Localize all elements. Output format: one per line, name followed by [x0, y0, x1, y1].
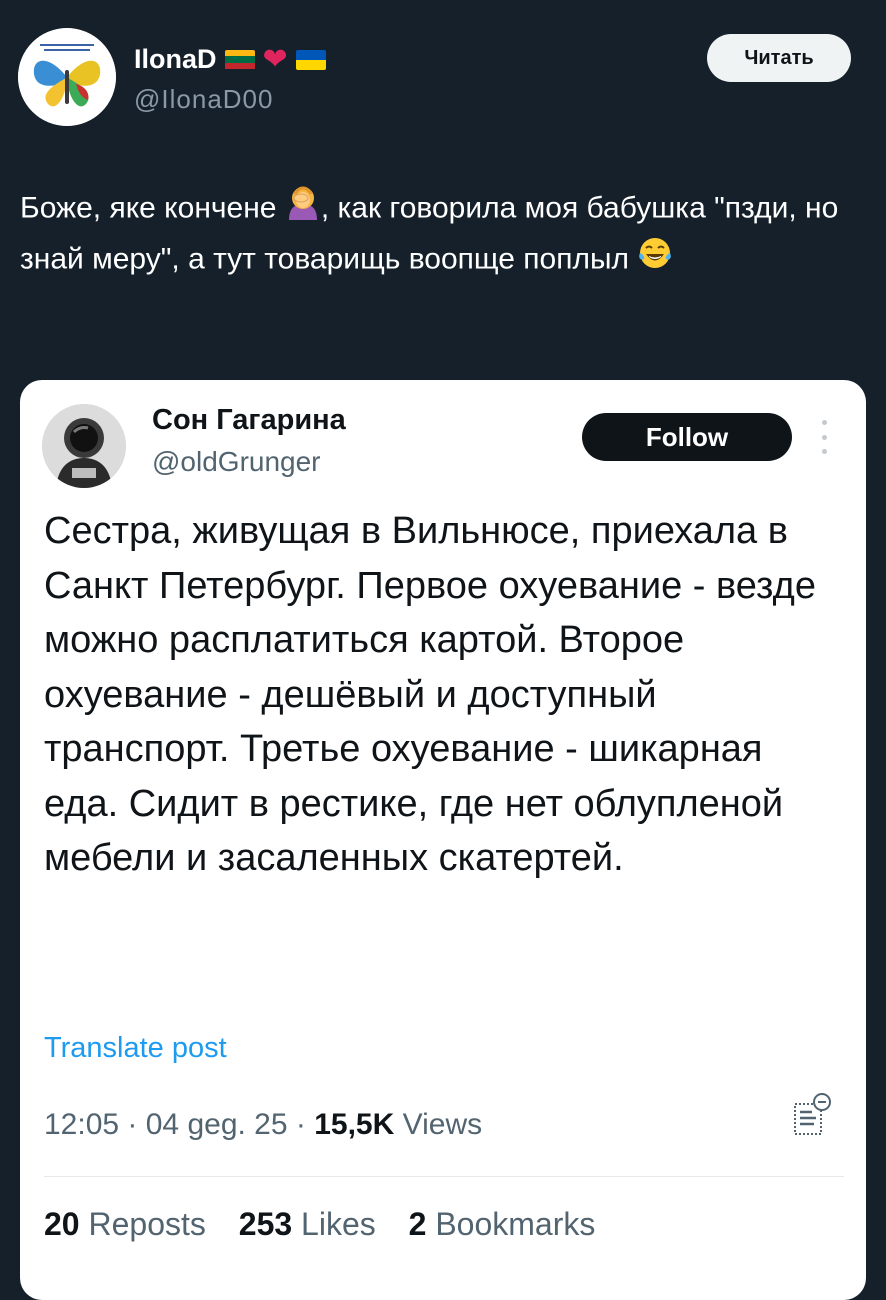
- quoted-author-name[interactable]: Сон Гагарина: [152, 404, 346, 437]
- tears-of-joy-emoji-icon: [637, 235, 673, 286]
- post-text: Боже, яке кончене , как говорила моя баб…: [20, 184, 860, 286]
- lithuania-flag-icon: [224, 49, 255, 70]
- ukraine-flag-icon: [295, 49, 326, 70]
- quoted-tweet-text: Сестра, живущая в Вильнюсе, приехала в С…: [44, 510, 816, 879]
- translate-post-link[interactable]: Translate post: [44, 1032, 227, 1065]
- more-options-icon[interactable]: [820, 420, 828, 454]
- bookmarks-label: Bookmarks: [435, 1206, 596, 1242]
- quoted-author-handle[interactable]: @oldGrunger: [152, 446, 321, 478]
- analytics-icon[interactable]: [792, 1092, 832, 1138]
- tweet-time[interactable]: 12:05: [44, 1108, 119, 1141]
- meta-separator: ·: [127, 1108, 146, 1141]
- post-author-handle[interactable]: @IlonaD00: [134, 84, 273, 115]
- author-name-text: IlonaD: [134, 44, 217, 74]
- red-heart-icon: ❤: [262, 42, 288, 76]
- tweet-meta: 12:05 · 04 geg. 25 · 15,5K Views: [44, 1108, 482, 1142]
- meta-separator: ·: [295, 1108, 315, 1141]
- post-text-part-1: Боже, яке кончене: [20, 191, 285, 225]
- quoted-tweet-card[interactable]: Сон Гагарина @oldGrunger Follow Сестра, …: [20, 380, 866, 1300]
- reposts-stat[interactable]: 20 Reposts: [44, 1206, 206, 1242]
- views-label: Views: [402, 1108, 483, 1141]
- views-count: 15,5K: [314, 1108, 395, 1141]
- tweet-date[interactable]: 04 geg. 25: [146, 1108, 288, 1141]
- stats-divider: [44, 1176, 844, 1177]
- likes-label: Likes: [301, 1206, 376, 1242]
- bookmarks-stat[interactable]: 2 Bookmarks: [409, 1206, 596, 1242]
- reposts-label: Reposts: [88, 1206, 206, 1242]
- astronaut-avatar-icon: [42, 404, 126, 488]
- author-avatar[interactable]: [18, 28, 116, 126]
- likes-count: 253: [238, 1206, 293, 1242]
- likes-stat[interactable]: 253 Likes: [239, 1206, 376, 1242]
- quoted-author-avatar[interactable]: [42, 404, 126, 488]
- bookmarks-count: 2: [408, 1206, 427, 1242]
- read-button[interactable]: Читать: [707, 34, 851, 82]
- engagement-stats: 20 Reposts 253 Likes 2 Bookmarks: [44, 1206, 619, 1243]
- post-author-name[interactable]: IlonaD ❤: [134, 44, 326, 75]
- butterfly-logo-icon: [18, 28, 116, 126]
- reposts-count: 20: [44, 1206, 80, 1242]
- follow-button[interactable]: Follow: [582, 413, 792, 461]
- facepalm-woman-emoji-icon: [285, 184, 321, 235]
